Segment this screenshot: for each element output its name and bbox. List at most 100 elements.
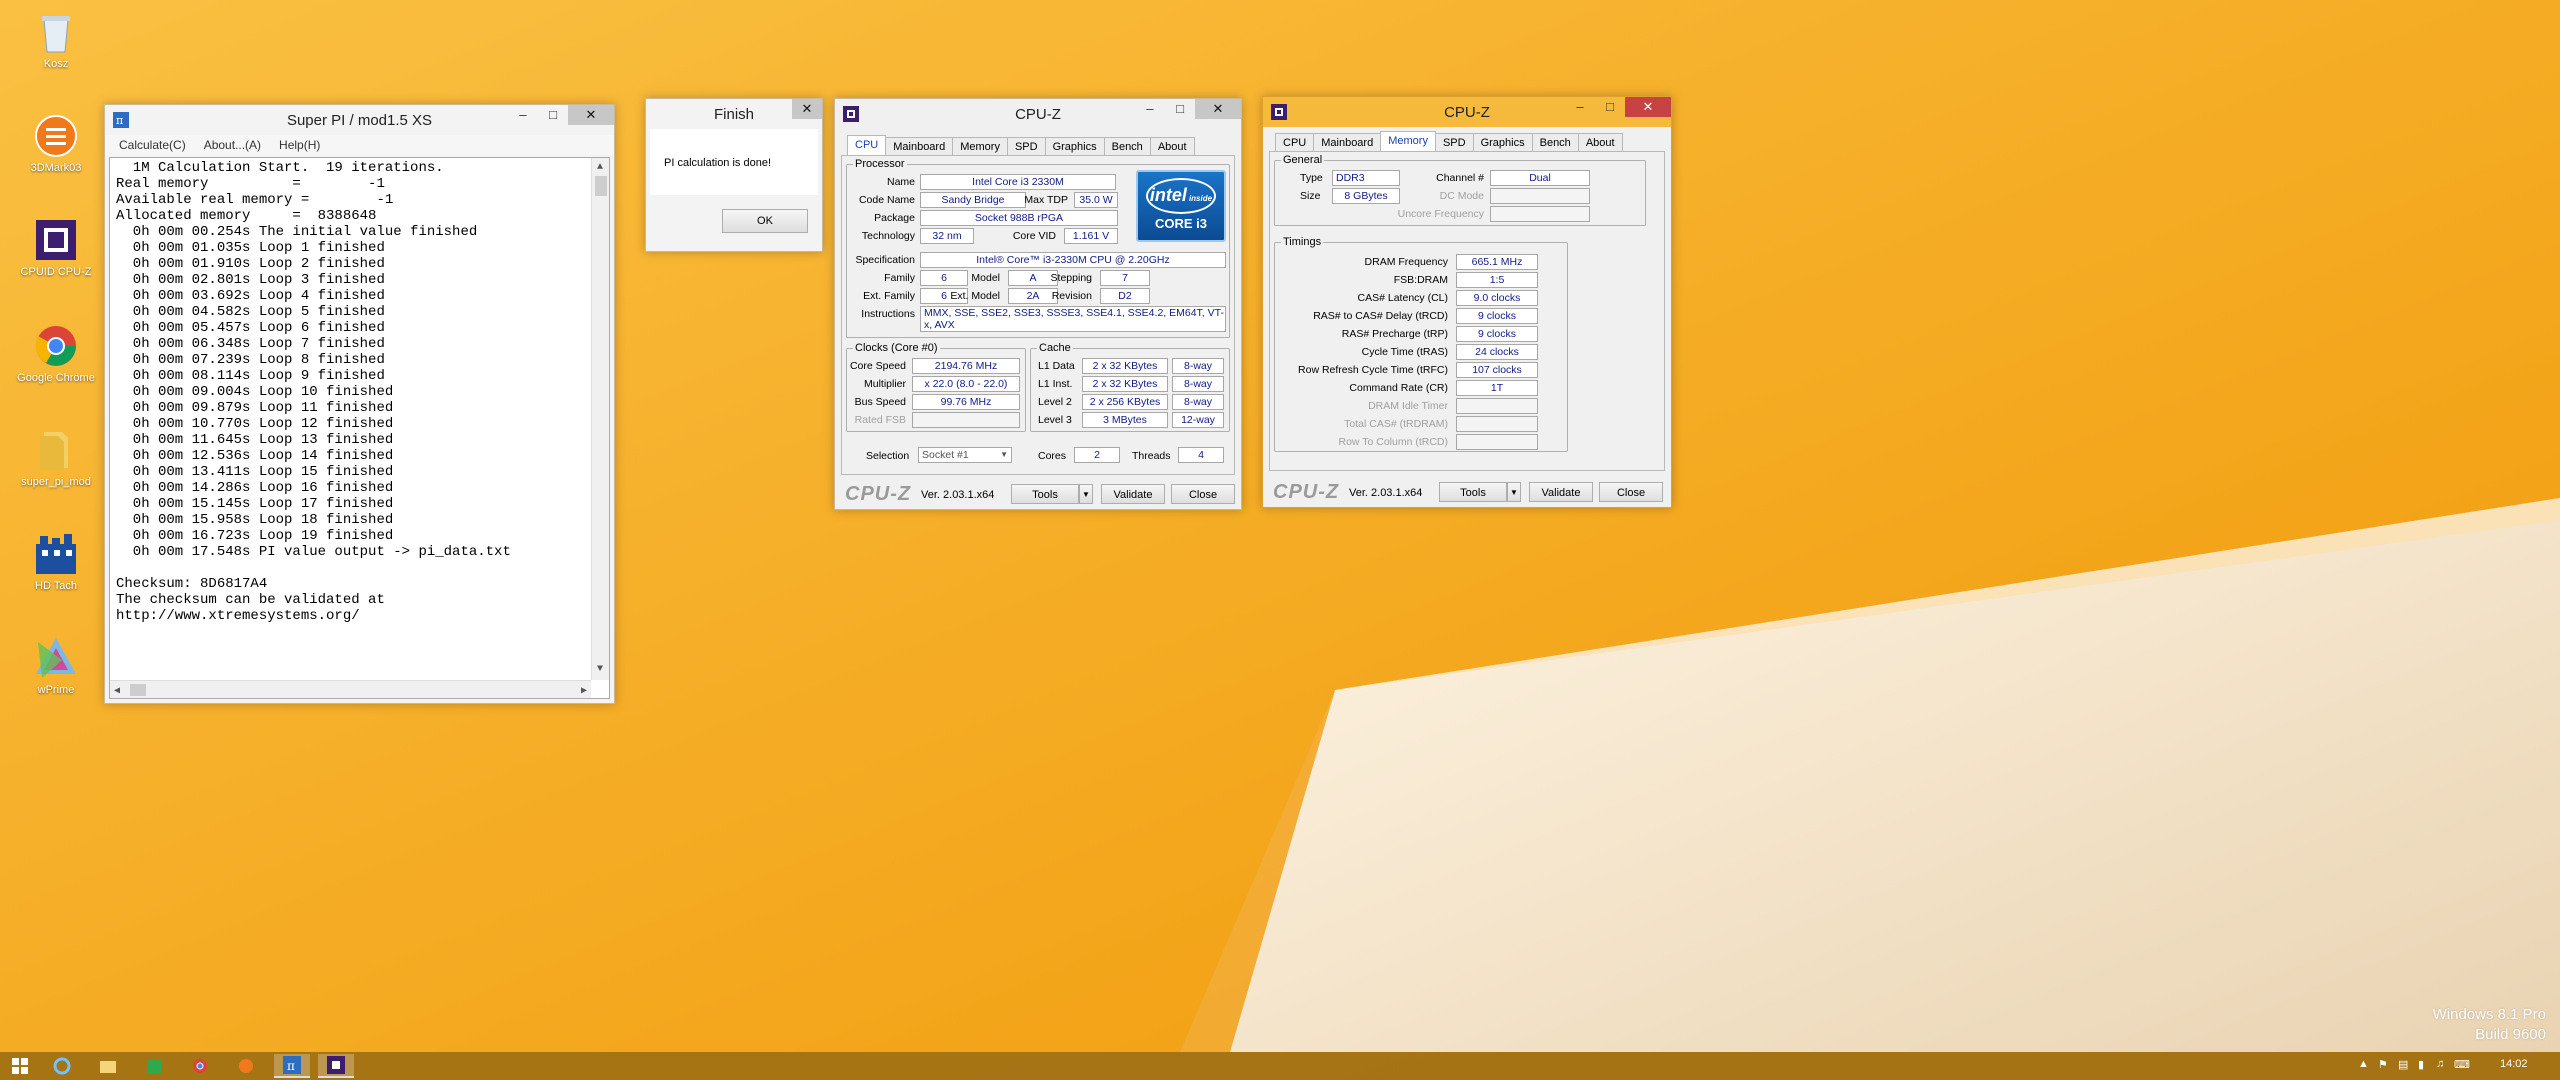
scroll-thumb[interactable]: [130, 684, 146, 696]
taskbar-superpi[interactable]: π: [274, 1054, 310, 1078]
label-corevid: Core VID: [1012, 230, 1056, 242]
tab-cpu[interactable]: CPU: [847, 135, 887, 156]
label-extfamily: Ext. Family: [863, 290, 915, 302]
value-timing: 24 clocks: [1456, 344, 1538, 360]
tray-clock[interactable]: 14:02: [2500, 1058, 2528, 1070]
cpuz-cpu-window: CPU-Z – □ ✕ CPU Mainboard Memory SPD Gra…: [834, 98, 1242, 510]
minimize-button[interactable]: –: [1135, 99, 1165, 119]
label-stepping: Stepping: [1050, 272, 1092, 284]
value-cache-way: 8-way: [1172, 358, 1224, 374]
scroll-up-icon[interactable]: ▲: [597, 160, 603, 176]
label-extmodel: Ext. Model: [950, 290, 1000, 302]
menu-about[interactable]: About...(A): [204, 138, 261, 152]
finish-titlebar[interactable]: Finish ✕: [646, 99, 822, 129]
desktop-icon-3dmark03[interactable]: 3DMark03: [4, 112, 108, 174]
chrome-icon: [193, 1059, 207, 1073]
scroll-thumb[interactable]: [595, 176, 607, 196]
tray-network-icon[interactable]: ▤: [2398, 1058, 2408, 1071]
label-timing: Row Refresh Cycle Time (tRFC): [1298, 364, 1448, 376]
superpi-output-text: 1M Calculation Start. 19 iterations. Real…: [116, 160, 585, 624]
hdtach-icon: [36, 534, 76, 574]
console-line: 1M Calculation Start. 19 iterations.: [116, 160, 444, 176]
tab-memory[interactable]: Memory: [1380, 131, 1436, 152]
horizontal-scrollbar[interactable]: ◀ ▶: [110, 680, 591, 698]
desktop-icon-hd-tach[interactable]: HD Tach: [4, 530, 108, 592]
ok-button[interactable]: OK: [722, 209, 808, 233]
console-line: 0h 00m 10.770s Loop 12 finished: [116, 416, 394, 432]
label-channel: Channel #: [1436, 172, 1484, 184]
taskbar-explorer[interactable]: [92, 1054, 124, 1078]
close-button[interactable]: ✕: [568, 105, 614, 125]
tray-keyboard-icon[interactable]: ⌨: [2454, 1058, 2470, 1071]
desktop-icon-label: Google Chrome: [17, 372, 95, 384]
tray-battery-icon[interactable]: ▮: [2418, 1058, 2424, 1071]
maximize-button[interactable]: □: [538, 105, 568, 125]
socket-select[interactable]: Socket #1 ▼: [918, 447, 1012, 463]
validate-button[interactable]: Validate: [1529, 482, 1593, 502]
tray-chevron-icon[interactable]: ▲: [2358, 1058, 2369, 1070]
maximize-button[interactable]: □: [1595, 97, 1625, 117]
validate-button[interactable]: Validate: [1101, 484, 1165, 504]
close-button[interactable]: ✕: [1625, 97, 1671, 117]
minimize-button[interactable]: –: [1565, 97, 1595, 117]
console-line: 0h 00m 09.004s Loop 10 finished: [116, 384, 394, 400]
taskbar-chrome[interactable]: [184, 1054, 216, 1078]
label-instructions: Instructions: [861, 308, 915, 320]
taskbar-cpuz[interactable]: [318, 1054, 354, 1078]
close-window-button[interactable]: Close: [1599, 482, 1663, 502]
close-button[interactable]: ✕: [792, 99, 822, 119]
group-title: Timings: [1283, 236, 1322, 248]
menu-help[interactable]: Help(H): [279, 138, 320, 152]
value-cache-size: 2 x 32 KBytes: [1082, 376, 1168, 392]
tray-flag-icon[interactable]: ⚑: [2378, 1058, 2388, 1071]
cpuz-titlebar[interactable]: CPU-Z – □ ✕: [835, 99, 1241, 129]
tools-button[interactable]: Tools: [1011, 484, 1079, 504]
desktop-icon-recycle-bin[interactable]: Kosz: [4, 8, 108, 70]
menu-calculate[interactable]: Calculate(C): [119, 138, 186, 152]
value-instructions: MMX, SSE, SSE2, SSE3, SSSE3, SSE4.1, SSE…: [920, 306, 1226, 332]
taskbar-store[interactable]: [138, 1054, 170, 1078]
value-stepping: 7: [1100, 270, 1150, 286]
close-button[interactable]: ✕: [1195, 99, 1241, 119]
taskbar-ie[interactable]: [46, 1054, 78, 1078]
superpi-titlebar[interactable]: π Super PI / mod1.5 XS – □ ✕: [105, 105, 614, 135]
group-title: Clocks (Core #0): [855, 342, 938, 354]
vertical-scrollbar[interactable]: ▲ ▼: [591, 158, 609, 680]
ie-icon: [53, 1057, 71, 1075]
console-line: 0h 00m 09.879s Loop 11 finished: [116, 400, 394, 416]
minimize-button[interactable]: –: [508, 105, 538, 125]
desktop-icon-super-pi-mod[interactable]: super_pi_mod: [4, 426, 108, 488]
value-revision: D2: [1100, 288, 1150, 304]
label-timing: DRAM Idle Timer: [1368, 400, 1448, 412]
desktop-icon-cpuz[interactable]: CPUID CPU-Z: [4, 216, 108, 278]
cpuz-titlebar[interactable]: CPU-Z – □ ✕: [1263, 97, 1671, 127]
value-cache-way: 8-way: [1172, 394, 1224, 410]
superpi-output[interactable]: 1M Calculation Start. 19 iterations. Real…: [109, 157, 610, 699]
scroll-left-icon[interactable]: ◀: [114, 684, 120, 698]
tray-volume-icon[interactable]: ♫: [2436, 1058, 2444, 1070]
tools-button[interactable]: Tools: [1439, 482, 1507, 502]
3dmark-icon: [239, 1059, 253, 1073]
close-window-button[interactable]: Close: [1171, 484, 1235, 504]
scroll-down-icon[interactable]: ▼: [597, 662, 603, 678]
maximize-button[interactable]: □: [1165, 99, 1195, 119]
desktop-icon-label: 3DMark03: [30, 162, 82, 174]
taskbar-3dmark[interactable]: [230, 1054, 262, 1078]
value-maxtdp: 35.0 W: [1074, 192, 1118, 208]
desktop-icon-chrome[interactable]: Google Chrome: [4, 322, 108, 384]
label-multiplier: Multiplier: [863, 378, 906, 390]
value-timing: [1456, 434, 1538, 450]
desktop-icon-wprime[interactable]: wPrime: [4, 634, 108, 696]
label-dcmode: DC Mode: [1439, 190, 1484, 202]
tools-dropdown-icon[interactable]: ▼: [1079, 484, 1093, 504]
desktop-icon-label: Kosz: [43, 58, 69, 70]
core-i3-text: CORE i3: [1154, 216, 1207, 231]
console-line: 0h 00m 00.254s The initial value finishe…: [116, 224, 478, 240]
start-button[interactable]: [4, 1054, 36, 1078]
scroll-right-icon[interactable]: ▶: [581, 684, 587, 698]
tools-dropdown-icon[interactable]: ▼: [1507, 482, 1521, 502]
value-busspeed: 99.76 MHz: [912, 394, 1020, 410]
cpuz-icon: [327, 1056, 345, 1074]
desktop-icon-label: HD Tach: [35, 580, 77, 592]
